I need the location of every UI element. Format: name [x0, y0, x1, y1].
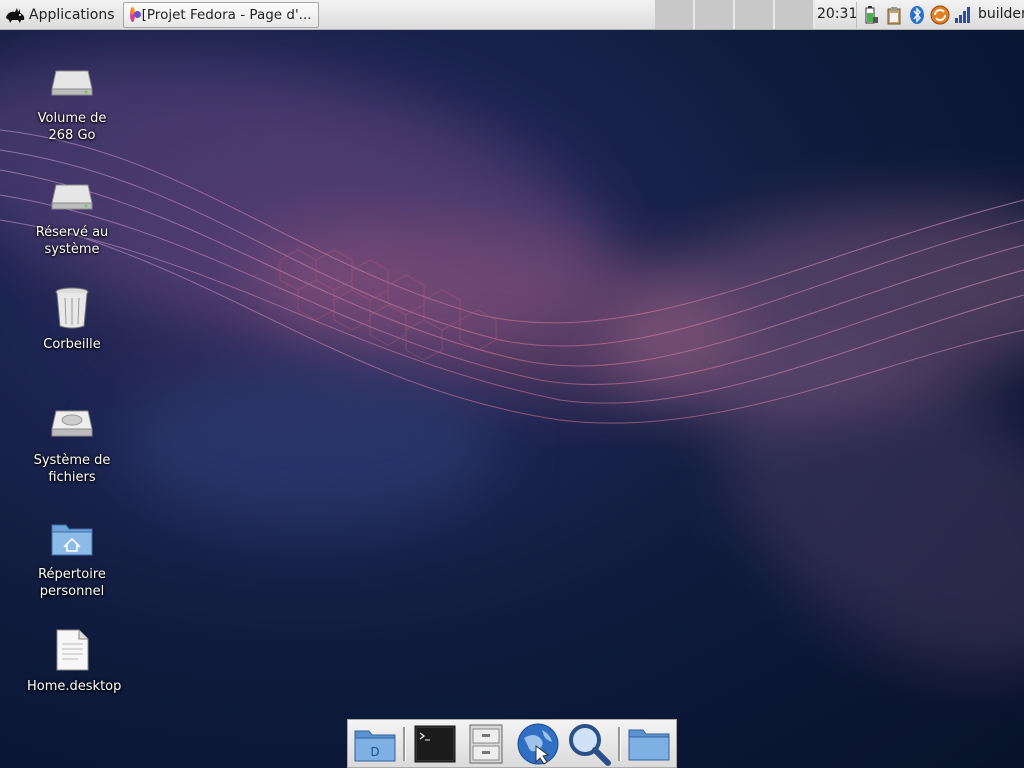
web-browser-icon [517, 723, 559, 765]
desktop-icon-label: Répertoire personnel [38, 567, 106, 599]
desktop-icon-label: Système de fichiers [33, 453, 111, 485]
workspace-4[interactable] [775, 0, 815, 29]
desktop-folder-icon: D [354, 730, 396, 761]
desktop-icon-trash[interactable]: Corbeille [27, 284, 117, 353]
terminal-icon [414, 725, 456, 762]
clipboard-icon[interactable] [884, 4, 904, 26]
dock-panel: D [347, 719, 677, 768]
desktop-icon-label: Volume de 268 Go [37, 111, 107, 143]
update-icon[interactable] [930, 4, 950, 26]
home-folder-icon [48, 514, 96, 562]
desktop-icon-home[interactable]: Répertoire personnel [27, 514, 117, 600]
desktop-wallpaper [0, 30, 1024, 768]
search-icon [569, 723, 612, 766]
dock-search[interactable] [566, 722, 612, 766]
folder-icon [628, 729, 670, 760]
workspace-switcher [655, 0, 815, 29]
dock-separator [403, 726, 407, 761]
dock-web-browser[interactable] [515, 722, 560, 766]
battery-icon[interactable] [861, 4, 881, 26]
drive-icon [48, 58, 96, 106]
user-menu[interactable]: builder [978, 0, 1024, 29]
trash-icon [48, 284, 96, 332]
svg-text:D: D [370, 745, 379, 759]
system-tray [856, 2, 973, 28]
workspace-1[interactable] [655, 0, 695, 29]
applications-menu[interactable]: Applications [0, 0, 119, 30]
firefox-icon [129, 7, 141, 22]
dock-file-manager[interactable] [464, 722, 509, 766]
clock[interactable]: 20:31 [817, 0, 857, 29]
desktop-icon-home-desktop[interactable]: Home.desktop [27, 626, 122, 695]
workspace-3[interactable] [735, 0, 775, 29]
window-title: [Projet Fedora - Page d'... [141, 6, 312, 23]
desktop-icon-label: Corbeille [43, 337, 101, 352]
drive-icon [48, 400, 96, 448]
desktop-icon-filesystem[interactable]: Système de fichiers [27, 400, 117, 486]
desktop-icon-label: Réservé au système [35, 225, 109, 257]
document-icon [48, 626, 96, 674]
taskbar-window-button[interactable]: [Projet Fedora - Page d'... [122, 1, 319, 28]
dock-terminal[interactable] [412, 722, 457, 766]
workspace-2[interactable] [695, 0, 735, 29]
network-signal-icon[interactable] [953, 4, 973, 26]
top-panel: Applications [Projet Fedora - Page d'...… [0, 0, 1024, 30]
file-manager-icon [469, 724, 503, 763]
applications-label: Applications [29, 6, 115, 23]
desktop-icon-label: Home.desktop [27, 679, 122, 694]
dock-desktop-folder[interactable]: D [352, 722, 397, 766]
xfce-mouse-icon [6, 7, 25, 23]
desktop-icon-reserved[interactable]: Réservé au système [27, 172, 117, 258]
bluetooth-icon[interactable] [907, 4, 927, 26]
drive-icon [48, 172, 96, 220]
desktop-icon-volume[interactable]: Volume de 268 Go [27, 58, 117, 144]
dock-folder[interactable] [627, 722, 672, 766]
dock-separator [617, 726, 621, 761]
